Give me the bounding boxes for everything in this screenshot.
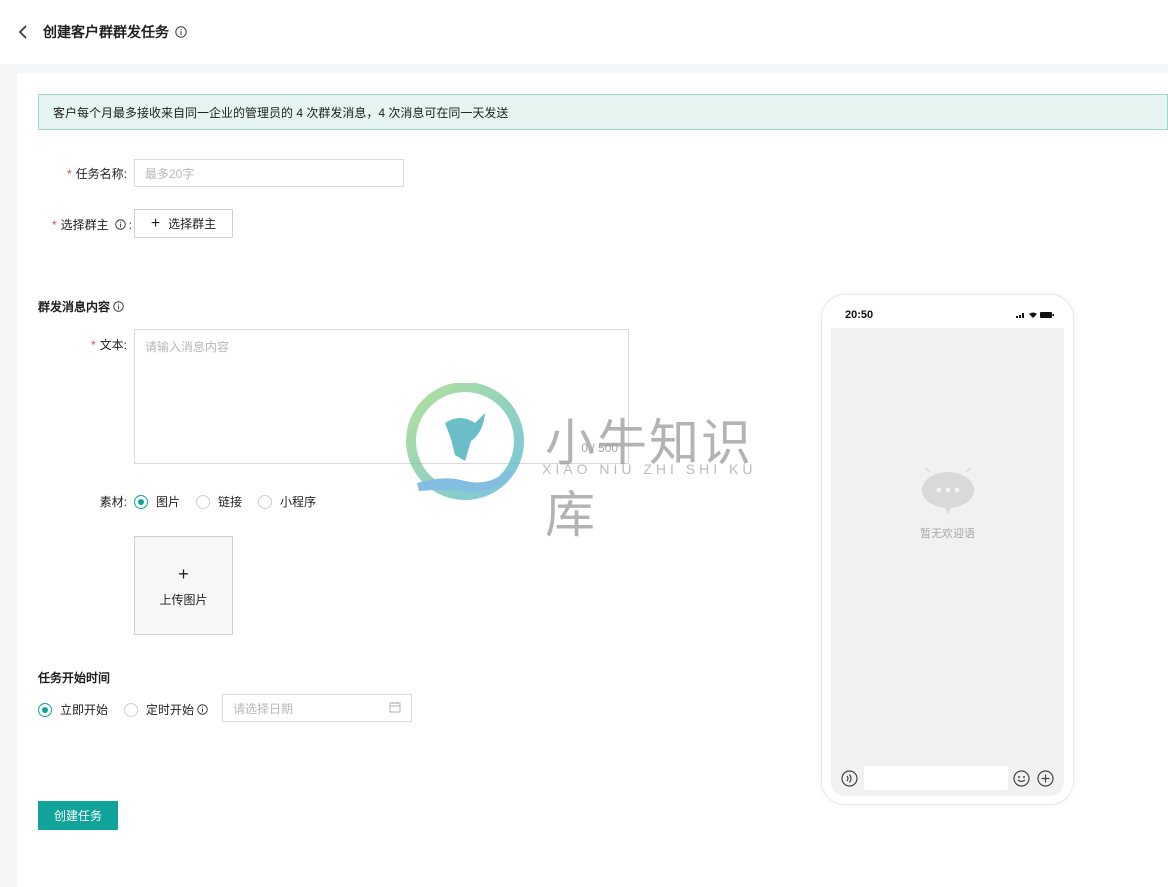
add-icon bbox=[1037, 770, 1054, 790]
radio-selected-icon bbox=[134, 494, 148, 509]
phone-screen: 20:50 暂无欢迎语 bbox=[831, 304, 1064, 796]
owner-label: * 选择群主 : bbox=[51, 217, 132, 233]
empty-state: 暂无欢迎语 bbox=[831, 464, 1064, 541]
start-time-radio-group: 立即开始 定时开始 bbox=[38, 701, 209, 718]
calendar-icon bbox=[389, 701, 401, 716]
voice-icon bbox=[841, 770, 858, 790]
create-task-label: 创建任务 bbox=[53, 809, 102, 823]
upload-image-button[interactable]: + 上传图片 bbox=[134, 536, 233, 635]
chat-input-bar bbox=[831, 760, 1064, 796]
wifi-icon bbox=[1029, 312, 1037, 318]
status-icons bbox=[1016, 312, 1054, 318]
upload-label: 上传图片 bbox=[159, 592, 208, 607]
start-time-section-title: 任务开始时间 bbox=[38, 671, 111, 685]
page-title: 创建客户群群发任务 bbox=[43, 24, 169, 40]
watermark-logo-icon bbox=[405, 382, 527, 508]
required-mark: * bbox=[90, 338, 96, 352]
notice-text: 客户每个月最多接收来自同一企业的管理员的 4 次群发消息，4 次消息可在同一天发… bbox=[53, 105, 509, 120]
task-name-placeholder: 最多20字 bbox=[145, 166, 195, 181]
required-mark: * bbox=[66, 167, 72, 181]
back-arrow-icon[interactable] bbox=[18, 25, 32, 39]
start-scheduled-option[interactable]: 定时开始 bbox=[124, 701, 209, 718]
material-label: 素材: bbox=[99, 495, 127, 509]
start-now-option[interactable]: 立即开始 bbox=[38, 701, 108, 718]
scheduled-info-icon[interactable] bbox=[197, 703, 209, 716]
plus-icon: + bbox=[178, 563, 189, 584]
create-task-button[interactable]: 创建任务 bbox=[38, 801, 118, 830]
watermark: 小牛知识库 XIAO NIU ZHI SHI KU bbox=[405, 382, 765, 543]
select-owner-label: 选择群主 bbox=[168, 217, 217, 231]
status-bar: 20:50 bbox=[831, 304, 1064, 328]
notice-banner: 客户每个月最多接收来自同一企业的管理员的 4 次群发消息，4 次消息可在同一天发… bbox=[38, 94, 1168, 130]
chat-input bbox=[864, 766, 1008, 790]
material-option-miniprogram[interactable]: 小程序 bbox=[258, 493, 316, 510]
radio-icon bbox=[196, 494, 211, 509]
info-icon[interactable] bbox=[175, 26, 187, 38]
radio-icon bbox=[258, 494, 273, 509]
plus-icon: + bbox=[150, 214, 161, 232]
phone-notch bbox=[887, 304, 1009, 324]
select-owner-button[interactable]: + 选择群主 bbox=[134, 209, 233, 238]
message-section-title: 群发消息内容 bbox=[38, 298, 125, 315]
text-label: * 文本: bbox=[90, 338, 127, 352]
battery-icon bbox=[1040, 312, 1054, 318]
date-placeholder: 请选择日期 bbox=[233, 701, 294, 716]
owner-info-icon[interactable] bbox=[114, 218, 127, 231]
material-radio-group: 图片 链接 小程序 bbox=[134, 493, 332, 510]
watermark-subtitle: XIAO NIU ZHI SHI KU bbox=[542, 461, 757, 477]
required-mark: * bbox=[51, 217, 57, 232]
message-info-icon[interactable] bbox=[113, 300, 125, 313]
message-placeholder: 请输入消息内容 bbox=[145, 340, 230, 354]
material-option-image[interactable]: 图片 bbox=[134, 493, 180, 510]
page-header: 创建客户群群发任务 bbox=[0, 0, 1168, 64]
signal-icon bbox=[1016, 313, 1024, 318]
emoji-icon bbox=[1013, 770, 1030, 790]
empty-text: 暂无欢迎语 bbox=[920, 528, 975, 540]
radio-selected-icon bbox=[38, 702, 52, 717]
task-name-input[interactable]: 最多20字 bbox=[134, 159, 404, 187]
material-option-link[interactable]: 链接 bbox=[196, 493, 242, 510]
task-name-label: * 任务名称: bbox=[66, 167, 127, 181]
status-time: 20:50 bbox=[845, 309, 874, 321]
radio-icon bbox=[124, 702, 139, 717]
phone-preview: 20:50 暂无欢迎语 bbox=[821, 294, 1074, 805]
chat-bubble-icon bbox=[918, 464, 978, 517]
date-picker-input[interactable]: 请选择日期 bbox=[222, 694, 412, 722]
